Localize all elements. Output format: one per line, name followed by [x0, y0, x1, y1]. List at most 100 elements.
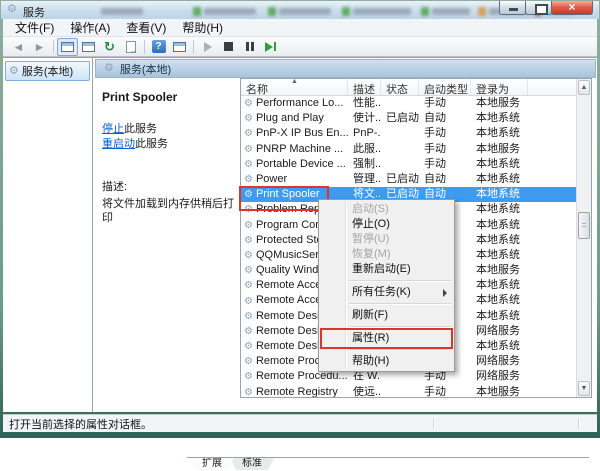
service-logon-as: 本地系统	[471, 309, 528, 324]
blank-cell	[528, 142, 550, 157]
service-name: PnP-X IP Bus En...	[256, 126, 348, 141]
column-header-4[interactable]: 启动类型	[419, 79, 471, 95]
menu-view[interactable]: 查看(V)	[118, 17, 174, 38]
service-description: PnP-...	[348, 126, 381, 141]
toolbar-separator	[193, 40, 194, 54]
help-icon[interactable]: ?	[148, 38, 169, 56]
service-gear-icon: ⚙	[244, 311, 253, 322]
stop-service-icon[interactable]	[218, 38, 239, 56]
service-gear-icon: ⚙	[244, 113, 253, 124]
status-bar: 打开当前选择的属性对话框。	[3, 414, 597, 432]
context-menu-properties[interactable]: 属性(R)	[319, 331, 454, 346]
service-startup-type: 手动	[419, 142, 471, 157]
service-logon-as: 本地系统	[471, 293, 528, 308]
context-menu-restart[interactable]: 重新启动(E)	[319, 262, 454, 277]
service-description: 此服...	[348, 142, 381, 157]
service-logon-as: 本地系统	[471, 339, 528, 354]
blank-cell	[528, 202, 550, 217]
stop-service-link[interactable]: 停止	[102, 123, 124, 135]
service-row-portable-device[interactable]: ⚙Portable Device ...强制...手动本地系统	[241, 157, 576, 172]
menu-action[interactable]: 操作(A)	[62, 17, 118, 38]
service-row-power[interactable]: ⚙Power管理...已启动自动本地系统	[241, 172, 576, 187]
scroll-down-button[interactable]: ▼	[578, 381, 590, 396]
service-row-pnp-x-ip-bus-en[interactable]: ⚙PnP-X IP Bus En...PnP-...手动本地系统	[241, 126, 576, 141]
context-menu-stop[interactable]: 停止(O)	[319, 217, 454, 232]
minimize-button[interactable]	[499, 1, 526, 15]
scroll-up-button[interactable]: ▲	[578, 80, 590, 95]
scrollbar-thumb[interactable]	[578, 212, 590, 239]
stop-service-suffix: 此服务	[124, 123, 157, 135]
new-window-icon[interactable]	[169, 38, 190, 56]
service-gear-icon: ⚙	[244, 341, 253, 352]
context-menu-help[interactable]: 帮助(H)	[319, 354, 454, 369]
statusbar-divider	[578, 418, 579, 429]
vertical-scrollbar[interactable]: ▲ ▼	[576, 79, 591, 397]
back-icon[interactable]: ◄	[8, 38, 29, 56]
blank-cell	[528, 339, 550, 354]
menu-bar: 文件(F)操作(A)查看(V)帮助(H)	[3, 19, 597, 37]
context-menu-pause: 暂停(U)	[319, 232, 454, 247]
service-gear-icon: ⚙	[244, 159, 253, 170]
restart-service-link[interactable]: 重启动	[102, 138, 135, 150]
services-window: ⚙ 服务 文件(F)操作(A)查看(V)帮助(H) ◄►↻? ⚙ 服务(本地) …	[0, 0, 600, 438]
close-button[interactable]	[551, 1, 593, 15]
service-row-plug-and-play[interactable]: ⚙Plug and Play使计...已启动自动本地系统	[241, 111, 576, 126]
service-logon-as: 本地服务	[471, 142, 528, 157]
service-logon-as: 网络服务	[471, 324, 528, 339]
blank-cell	[528, 248, 550, 263]
export-list-icon[interactable]	[120, 38, 141, 56]
tab-extended[interactable]: 扩展	[190, 458, 234, 470]
service-logon-as: 本地系统	[471, 202, 528, 217]
tree-item-label: 服务(本地)	[22, 63, 73, 79]
column-header-blank[interactable]	[528, 79, 576, 95]
refresh-icon[interactable]: ↻	[99, 38, 120, 56]
show-console-tree-icon	[61, 42, 74, 52]
service-row-performance-lo[interactable]: ⚙Performance Lo...性能...手动本地服务	[241, 96, 576, 111]
service-row-remote-registry[interactable]: ⚙Remote Registry使远...手动本地服务	[241, 385, 576, 397]
services-node-icon: ⚙	[9, 66, 19, 77]
console-tree-panel: ⚙ 服务(本地)	[3, 58, 93, 412]
service-name: Portable Device ...	[256, 157, 346, 172]
service-startup-type: 自动	[419, 172, 471, 187]
start-service-icon	[204, 42, 212, 52]
restart-service-icon[interactable]	[260, 38, 281, 56]
work-area: ⚙ 服务(本地) ⚙ 服务(本地) Print Spooler 停止此服务 重启…	[3, 58, 597, 412]
column-header-5[interactable]: 登录为	[471, 79, 528, 95]
context-menu-all-tasks[interactable]: 所有任务(K)	[319, 285, 454, 300]
stop-service-icon	[224, 42, 233, 51]
tab-standard[interactable]: 标准	[230, 458, 274, 470]
pane-header: ⚙ 服务(本地)	[95, 59, 596, 78]
maximize-button[interactable]	[525, 1, 552, 15]
service-logon-as: 本地服务	[471, 263, 528, 278]
extended-info-pane: Print Spooler 停止此服务 重启动此服务 描述: 将文件加载到内存供…	[96, 82, 239, 396]
tree-item-services-local[interactable]: ⚙ 服务(本地)	[5, 61, 90, 81]
start-service-icon[interactable]	[197, 38, 218, 56]
stop-service-line: 停止此服务	[102, 122, 239, 137]
pause-service-icon[interactable]	[239, 38, 260, 56]
service-status: 已启动	[381, 111, 419, 126]
blank-cell	[528, 354, 550, 369]
service-name: Performance Lo...	[256, 96, 343, 111]
menu-help[interactable]: 帮助(H)	[174, 17, 231, 38]
context-menu-refresh[interactable]: 刷新(F)	[319, 308, 454, 323]
toolbar-separator	[144, 40, 145, 54]
service-gear-icon: ⚙	[244, 250, 253, 261]
column-header-3[interactable]: 状态	[381, 79, 419, 95]
column-header-1[interactable]: 名称▲	[241, 79, 348, 95]
blank-cell	[528, 263, 550, 278]
sort-ascending-icon: ▲	[291, 79, 298, 85]
new-window-icon	[173, 42, 186, 52]
properties-window-icon[interactable]	[78, 38, 99, 56]
service-logon-as: 本地系统	[471, 233, 528, 248]
forward-icon: ►	[34, 41, 46, 53]
service-row-pnrp-machine[interactable]: ⚙PNRP Machine ...此服...手动本地服务	[241, 142, 576, 157]
service-startup-type: 自动	[419, 111, 471, 126]
pause-service-icon	[246, 42, 254, 51]
column-header-2[interactable]: 描述	[348, 79, 381, 95]
description-label: 描述:	[102, 178, 239, 194]
menu-file[interactable]: 文件(F)	[7, 17, 62, 38]
service-logon-as: 网络服务	[471, 354, 528, 369]
service-gear-icon: ⚙	[244, 98, 253, 109]
show-console-tree-icon[interactable]	[57, 38, 78, 56]
forward-icon[interactable]: ►	[29, 38, 50, 56]
